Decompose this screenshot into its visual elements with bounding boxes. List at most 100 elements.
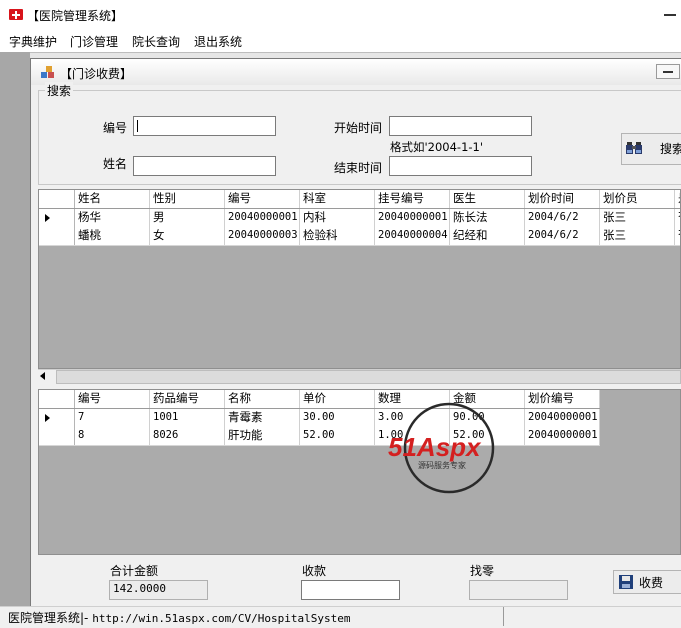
- table-cell[interactable]: 内科: [300, 209, 375, 227]
- swiss-flag-app-icon: [9, 9, 23, 20]
- table-cell[interactable]: 7: [75, 409, 150, 427]
- table-cell[interactable]: 否: [675, 227, 680, 245]
- col-header[interactable]: 是: [675, 190, 680, 208]
- table-cell[interactable]: 2004/6/2: [525, 227, 600, 245]
- child-window-title: 【门诊收费】: [60, 67, 133, 81]
- table-cell[interactable]: 张三: [600, 227, 675, 245]
- table-cell[interactable]: 陈长法: [450, 209, 525, 227]
- watermark-tagline: 源码服务专家: [418, 460, 466, 470]
- floppy-disk-icon: [619, 575, 633, 589]
- scrollbar-thumb[interactable]: [56, 370, 681, 384]
- total-label: 合计金额: [110, 564, 159, 578]
- table-cell[interactable]: 20040000001: [525, 409, 600, 427]
- window-minimize-button[interactable]: [664, 14, 676, 16]
- table-row[interactable]: 杨华 男 20040000001 内科 20040000001 陈长法 2004…: [39, 209, 680, 228]
- col-header[interactable]: 药品编号: [150, 390, 225, 408]
- table-cell[interactable]: 肝功能: [225, 427, 300, 445]
- status-url: http://win.51aspx.com/CV/HospitalSystem: [92, 612, 351, 625]
- status-app-name: 医院管理系统|-: [8, 611, 93, 625]
- table-cell[interactable]: 20040000003: [225, 227, 300, 245]
- row-selector[interactable]: [39, 409, 75, 427]
- table-cell[interactable]: 20040000001: [225, 209, 300, 227]
- end-time-input[interactable]: [389, 156, 532, 176]
- received-input[interactable]: [301, 580, 400, 600]
- current-row-arrow-icon: [45, 414, 50, 422]
- header-corner: [39, 190, 75, 208]
- col-header[interactable]: 挂号编号: [375, 190, 450, 208]
- col-header[interactable]: 性别: [150, 190, 225, 208]
- start-time-label: 开始时间: [334, 121, 383, 135]
- child-minimize-button[interactable]: [656, 64, 680, 79]
- search-group-label: 搜索: [45, 82, 74, 99]
- table-cell[interactable]: 纪经和: [450, 227, 525, 245]
- table-cell[interactable]: 30.00: [300, 409, 375, 427]
- row-selector[interactable]: [39, 209, 75, 227]
- table-cell[interactable]: 1001: [150, 409, 225, 427]
- end-time-label: 结束时间: [334, 161, 383, 175]
- form-window-icon: [41, 66, 54, 78]
- search-button-label: 搜索: [660, 142, 681, 156]
- table-cell[interactable]: 女: [150, 227, 225, 245]
- current-row-arrow-icon: [45, 214, 50, 222]
- col-header[interactable]: 编号: [225, 190, 300, 208]
- menu-exit[interactable]: 退出系统: [194, 33, 242, 50]
- menu-director-query[interactable]: 院长查询: [132, 33, 180, 50]
- table-cell[interactable]: 2004/6/2: [525, 209, 600, 227]
- name-input[interactable]: [133, 156, 276, 176]
- id-input[interactable]: [133, 116, 276, 136]
- status-divider: [503, 607, 504, 626]
- col-header[interactable]: 划价时间: [525, 190, 600, 208]
- col-header[interactable]: 名称: [225, 390, 300, 408]
- table-row[interactable]: 7 1001 青霉素 30.00 3.00 90.00 20040000001: [39, 409, 600, 428]
- table-cell[interactable]: 20040000004: [375, 227, 450, 245]
- table-cell[interactable]: 8: [75, 427, 150, 445]
- table-cell[interactable]: 20040000001: [375, 209, 450, 227]
- row-selector[interactable]: [39, 427, 75, 445]
- collect-fee-label: 收费: [639, 576, 664, 590]
- table-cell[interactable]: 检验科: [300, 227, 375, 245]
- menu-outpatient[interactable]: 门诊管理: [70, 33, 118, 50]
- drugs-grid-header: 编号 药品编号 名称 单价 数理 金额 划价编号: [39, 390, 600, 409]
- watermark-logo: 51Aspx 源码服务专家: [388, 402, 495, 494]
- table-cell[interactable]: 杨华: [75, 209, 150, 227]
- table-row[interactable]: 蟠桃 女 20040000003 检验科 20040000004 纪经和 200…: [39, 227, 680, 246]
- header-corner: [39, 390, 75, 408]
- table-row[interactable]: 8 8026 肝功能 52.00 1.00 52.00 20040000001: [39, 427, 600, 446]
- table-cell[interactable]: 蟠桃: [75, 227, 150, 245]
- start-time-input[interactable]: [389, 116, 532, 136]
- table-cell[interactable]: 否: [675, 209, 680, 227]
- watermark-brand: 51Aspx: [388, 432, 482, 462]
- table-cell[interactable]: 52.00: [300, 427, 375, 445]
- table-cell[interactable]: 20040000001: [525, 427, 600, 445]
- table-cell[interactable]: 青霉素: [225, 409, 300, 427]
- change-field: [469, 580, 568, 600]
- total-amount-field: 142.0000: [109, 580, 208, 600]
- id-label: 编号: [103, 121, 128, 135]
- total-amount-value: 142.0000: [113, 582, 166, 595]
- name-label: 姓名: [103, 157, 128, 171]
- table-cell[interactable]: 男: [150, 209, 225, 227]
- received-label: 收款: [302, 564, 327, 578]
- col-header[interactable]: 划价编号: [525, 390, 600, 408]
- menu-dictionary[interactable]: 字典维护: [9, 33, 57, 50]
- change-label: 找零: [470, 564, 495, 578]
- col-header[interactable]: 单价: [300, 390, 375, 408]
- text-caret: [137, 120, 138, 132]
- col-header[interactable]: 编号: [75, 390, 150, 408]
- col-header[interactable]: 科室: [300, 190, 375, 208]
- date-format-hint: 格式如'2004-1-1': [390, 140, 484, 154]
- status-text: 医院管理系统|- http://win.51aspx.com/CV/Hospit…: [8, 609, 350, 626]
- row-selector[interactable]: [39, 227, 75, 245]
- col-header[interactable]: 姓名: [75, 190, 150, 208]
- patients-grid-header: 姓名 性别 编号 科室 挂号编号 医生 划价时间 划价员 是: [39, 190, 680, 209]
- table-cell[interactable]: 张三: [600, 209, 675, 227]
- binoculars-icon: [626, 142, 642, 154]
- patients-grid: 姓名 性别 编号 科室 挂号编号 医生 划价时间 划价员 是 杨华 男 2004…: [38, 189, 681, 369]
- table-cell[interactable]: 8026: [150, 427, 225, 445]
- mdi-left-strip: [0, 52, 30, 606]
- col-header[interactable]: 医生: [450, 190, 525, 208]
- app-title: 【医院管理系统】: [27, 9, 124, 23]
- drugs-grid: 编号 药品编号 名称 单价 数理 金额 划价编号 7 1001 青霉素 30.0…: [38, 389, 681, 555]
- scroll-left-arrow-icon[interactable]: [40, 372, 45, 380]
- col-header[interactable]: 划价员: [600, 190, 675, 208]
